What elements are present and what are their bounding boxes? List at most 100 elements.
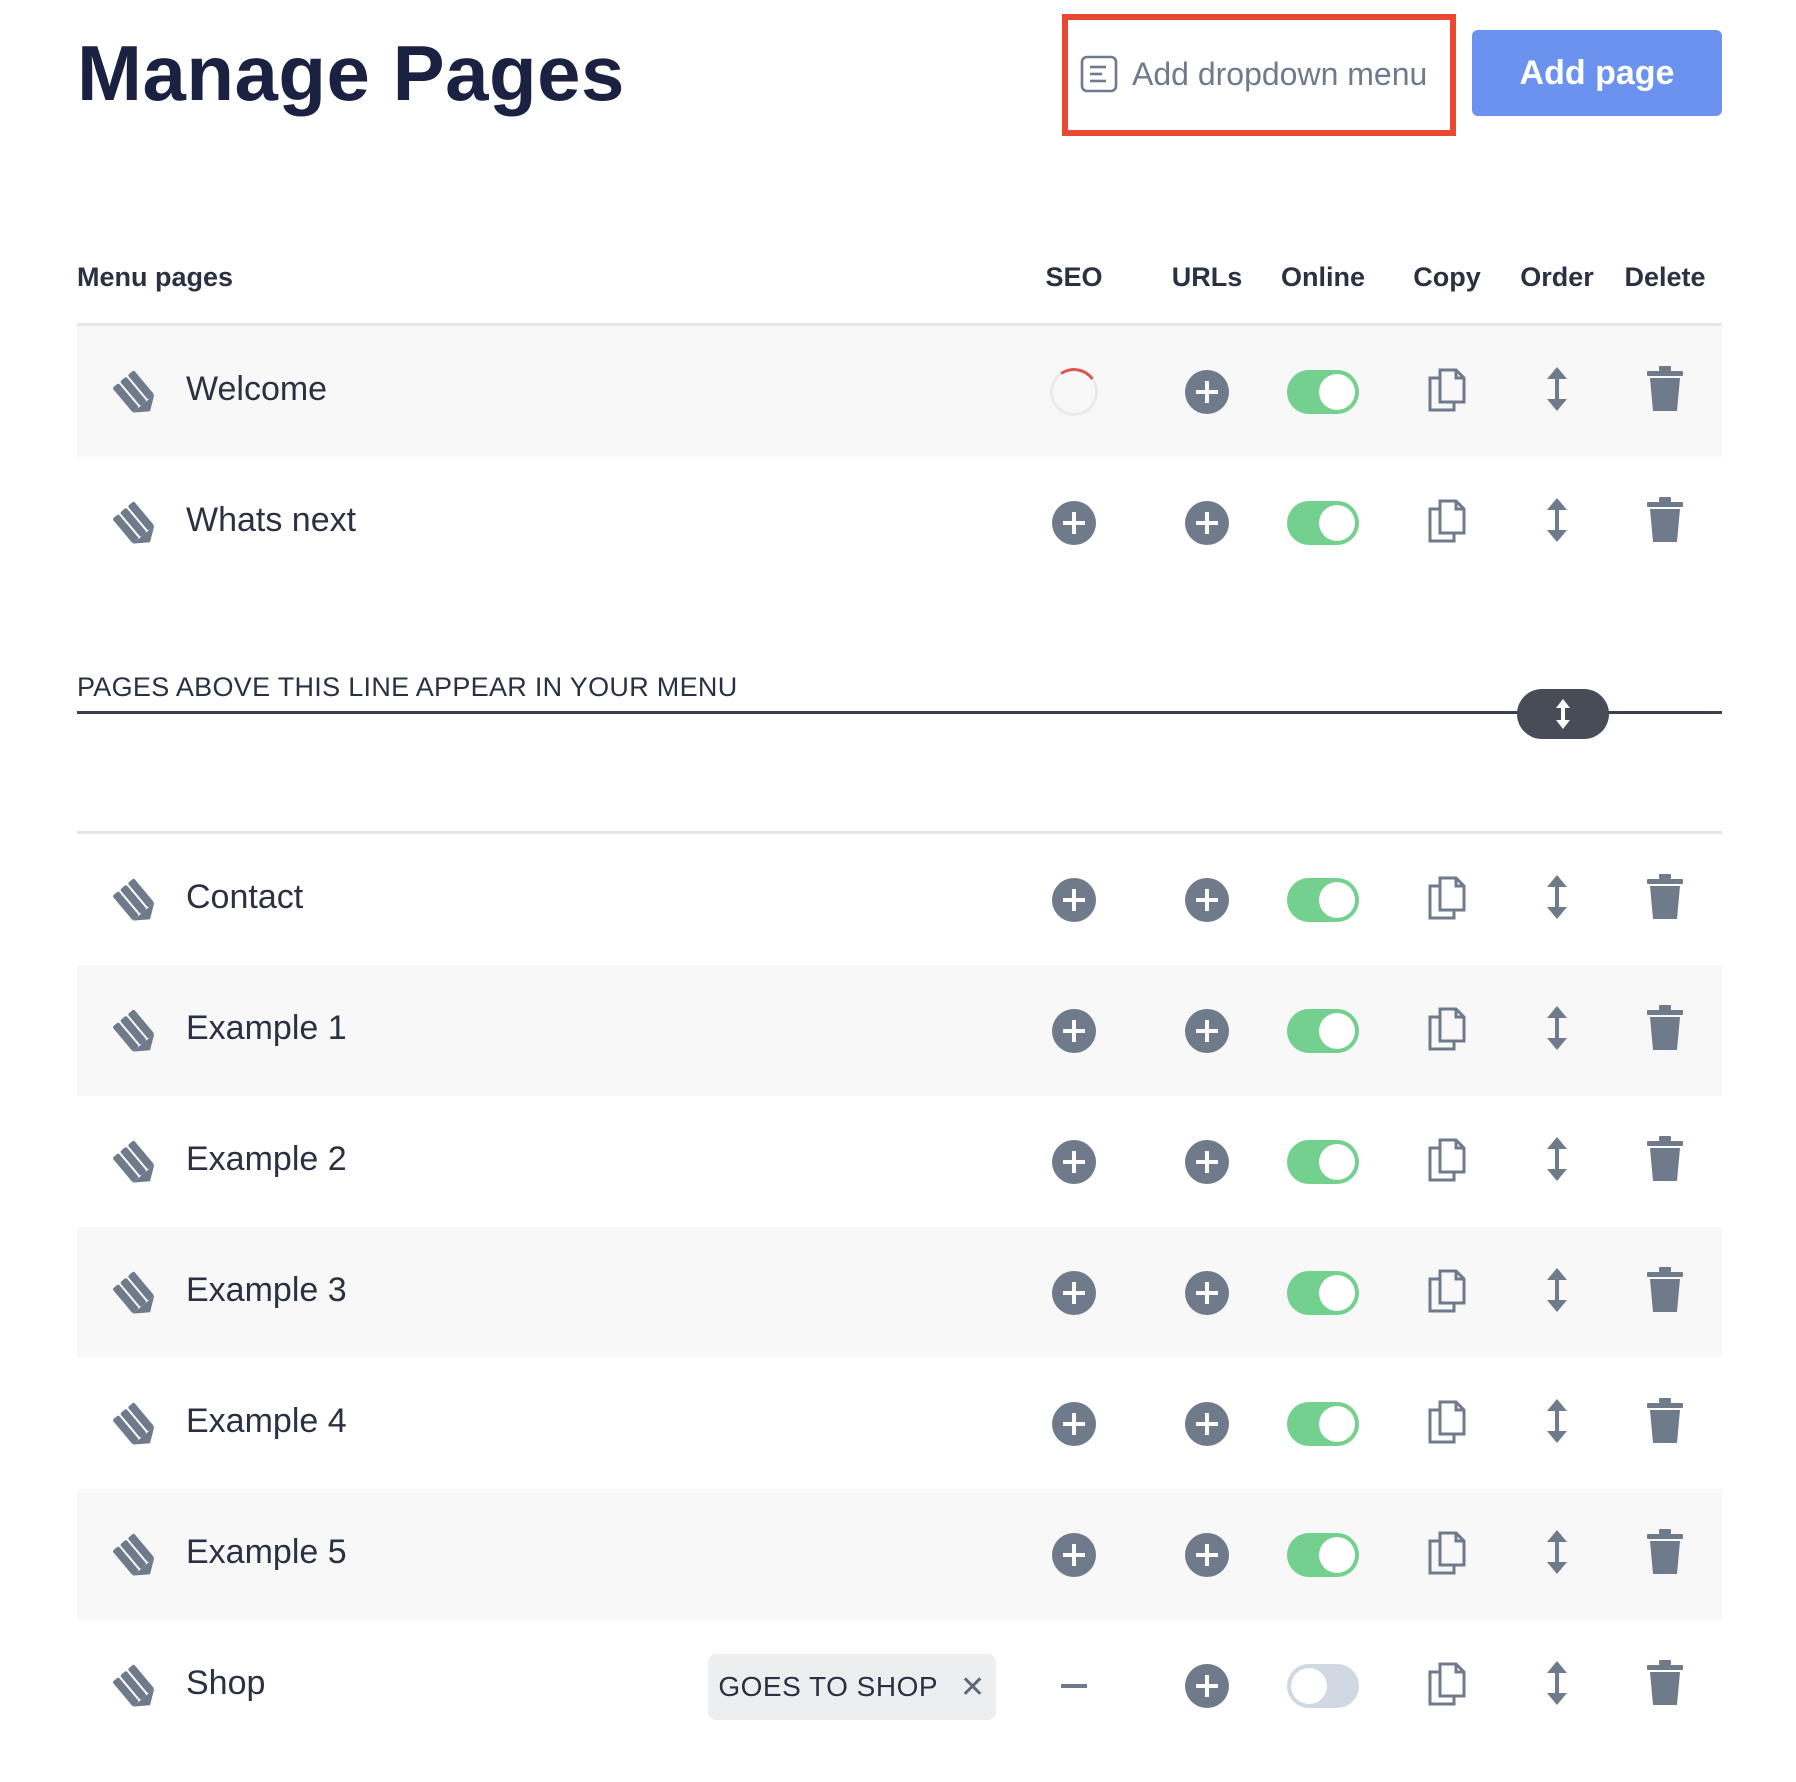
- column-menu-pages: Menu pages: [77, 262, 234, 292]
- trash-icon: [1645, 1004, 1685, 1057]
- toggle-switch: [1287, 1663, 1359, 1708]
- plus-circle-icon: [1052, 1139, 1096, 1184]
- copy-page-button[interactable]: [1426, 1096, 1468, 1227]
- add-dropdown-menu-button[interactable]: Add dropdown menu: [1080, 40, 1427, 108]
- edit-page-button[interactable]: [111, 1269, 161, 1319]
- delete-page-button[interactable]: [1645, 1358, 1685, 1489]
- edit-page-button[interactable]: [111, 1007, 161, 1057]
- seo-add-button[interactable]: [1052, 834, 1096, 965]
- online-toggle[interactable]: [1287, 1620, 1359, 1751]
- page-name[interactable]: Whats next: [186, 501, 356, 540]
- reorder-handle[interactable]: [1545, 326, 1569, 457]
- page-name[interactable]: Example 4: [186, 1402, 347, 1441]
- edit-page-button[interactable]: [111, 1400, 161, 1450]
- delete-page-button[interactable]: [1645, 1096, 1685, 1227]
- copy-icon: [1426, 1005, 1468, 1056]
- urls-add-button[interactable]: [1185, 965, 1229, 1096]
- edit-page-button[interactable]: [111, 499, 161, 549]
- seo-add-button[interactable]: [1052, 1227, 1096, 1358]
- delete-page-button[interactable]: [1645, 965, 1685, 1096]
- urls-add-button[interactable]: [1185, 326, 1229, 457]
- delete-page-button[interactable]: [1645, 457, 1685, 588]
- copy-icon: [1426, 497, 1468, 548]
- toggle-switch: [1287, 1401, 1359, 1446]
- delete-page-button[interactable]: [1645, 834, 1685, 965]
- online-toggle[interactable]: [1287, 965, 1359, 1096]
- edit-page-button[interactable]: [111, 1531, 161, 1581]
- online-toggle[interactable]: [1287, 1096, 1359, 1227]
- add-page-button[interactable]: Add page: [1472, 30, 1722, 116]
- plus-circle-icon: [1052, 1401, 1096, 1446]
- urls-add-button[interactable]: [1185, 1096, 1229, 1227]
- urls-add-button[interactable]: [1185, 1227, 1229, 1358]
- delete-page-button[interactable]: [1645, 1620, 1685, 1751]
- delete-page-button[interactable]: [1645, 1489, 1685, 1620]
- page-name[interactable]: Shop: [186, 1664, 265, 1703]
- reorder-handle[interactable]: [1545, 1489, 1569, 1620]
- edit-page-button[interactable]: [111, 1662, 161, 1712]
- online-toggle[interactable]: [1287, 457, 1359, 588]
- page-name[interactable]: Contact: [186, 878, 303, 917]
- drag-vertical-icon: [1545, 366, 1569, 417]
- seo-add-button[interactable]: [1052, 1358, 1096, 1489]
- pencil-icon: [111, 1140, 161, 1192]
- seo-add-button[interactable]: [1052, 457, 1096, 588]
- seo-unavailable: [1061, 1620, 1087, 1751]
- pencil-icon: [111, 1533, 161, 1585]
- urls-add-button[interactable]: [1185, 834, 1229, 965]
- page-row: Shop GOES TO SHOP ✕: [77, 1620, 1722, 1751]
- online-toggle[interactable]: [1287, 1489, 1359, 1620]
- trash-icon: [1645, 1659, 1685, 1712]
- delete-page-button[interactable]: [1645, 1227, 1685, 1358]
- urls-add-button[interactable]: [1185, 457, 1229, 588]
- page-row: Welcome: [77, 326, 1722, 457]
- reorder-handle[interactable]: [1545, 834, 1569, 965]
- copy-page-button[interactable]: [1426, 457, 1468, 588]
- seo-add-button[interactable]: [1052, 965, 1096, 1096]
- copy-page-button[interactable]: [1426, 326, 1468, 457]
- urls-add-button[interactable]: [1185, 1489, 1229, 1620]
- online-toggle[interactable]: [1287, 1358, 1359, 1489]
- page-row: Example 4: [77, 1358, 1722, 1489]
- copy-icon: [1426, 1267, 1468, 1318]
- trash-icon: [1645, 1397, 1685, 1450]
- copy-page-button[interactable]: [1426, 1358, 1468, 1489]
- page-name[interactable]: Example 1: [186, 1009, 347, 1048]
- seo-add-button[interactable]: [1052, 1489, 1096, 1620]
- page-name[interactable]: Example 5: [186, 1533, 347, 1572]
- plus-circle-icon: [1052, 877, 1096, 922]
- trash-icon: [1645, 1266, 1685, 1319]
- column-delete: Delete: [1624, 262, 1706, 292]
- menu-divider-handle[interactable]: [1517, 689, 1609, 739]
- online-toggle[interactable]: [1287, 1227, 1359, 1358]
- copy-page-button[interactable]: [1426, 1489, 1468, 1620]
- seo-add-button[interactable]: [1052, 1096, 1096, 1227]
- copy-page-button[interactable]: [1426, 1227, 1468, 1358]
- reorder-handle[interactable]: [1545, 1096, 1569, 1227]
- reorder-handle[interactable]: [1545, 1620, 1569, 1751]
- edit-page-button[interactable]: [111, 876, 161, 926]
- pencil-icon: [111, 1009, 161, 1061]
- copy-page-button[interactable]: [1426, 1620, 1468, 1751]
- edit-page-button[interactable]: [111, 1138, 161, 1188]
- online-toggle[interactable]: [1287, 326, 1359, 457]
- online-toggle[interactable]: [1287, 834, 1359, 965]
- plus-circle-icon: [1185, 877, 1229, 922]
- page-row: Example 5: [77, 1489, 1722, 1620]
- page-name[interactable]: Example 2: [186, 1140, 347, 1179]
- copy-page-button[interactable]: [1426, 965, 1468, 1096]
- reorder-handle[interactable]: [1545, 457, 1569, 588]
- remove-tag-icon[interactable]: ✕: [960, 1670, 986, 1705]
- edit-page-button[interactable]: [111, 368, 161, 418]
- reorder-handle[interactable]: [1545, 1227, 1569, 1358]
- menu-divider-label: PAGES ABOVE THIS LINE APPEAR IN YOUR MEN…: [77, 672, 738, 702]
- reorder-handle[interactable]: [1545, 965, 1569, 1096]
- delete-page-button[interactable]: [1645, 326, 1685, 457]
- page-row: Example 3: [77, 1227, 1722, 1358]
- urls-add-button[interactable]: [1185, 1358, 1229, 1489]
- page-name[interactable]: Example 3: [186, 1271, 347, 1310]
- urls-add-button[interactable]: [1185, 1620, 1229, 1751]
- page-name[interactable]: Welcome: [186, 370, 327, 409]
- reorder-handle[interactable]: [1545, 1358, 1569, 1489]
- copy-page-button[interactable]: [1426, 834, 1468, 965]
